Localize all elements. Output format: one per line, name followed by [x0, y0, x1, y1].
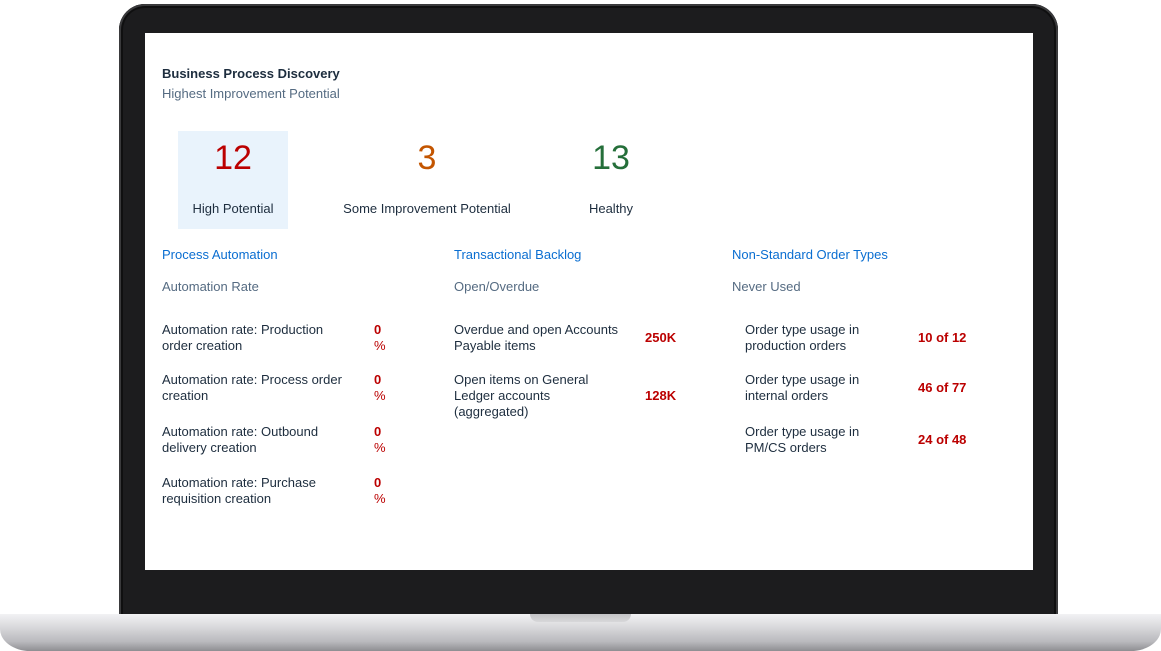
automation-rate-subheader: Automation Rate [162, 279, 259, 294]
kpi-healthy[interactable]: 13 Healthy [556, 131, 666, 229]
never-used-subheader: Never Used [732, 279, 801, 294]
kpi-value: 12 [214, 139, 252, 177]
kpi-label: Some Improvement Potential [343, 201, 511, 216]
metric-value: 0% [374, 372, 386, 403]
metric-value: 0% [374, 475, 386, 506]
kpi-high-potential[interactable]: 12 High Potential [178, 131, 288, 229]
metric-label: Automation rate: Outbound delivery creat… [162, 424, 319, 455]
metric-value: 10 of 12 [918, 330, 967, 345]
non-standard-order-types-link[interactable]: Non-Standard Order Types [732, 247, 888, 262]
kpi-some-improvement[interactable]: 3 Some Improvement Potential [343, 131, 511, 229]
laptop-screen: Business Process Discovery Highest Impro… [145, 33, 1033, 570]
open-overdue-subheader: Open/Overdue [454, 279, 540, 294]
metric-value: 46 of 77 [918, 380, 967, 395]
laptop-notch [530, 614, 631, 622]
kpi-value: 3 [417, 139, 437, 177]
kpi-value: 13 [592, 139, 630, 177]
transactional-backlog-link[interactable]: Transactional Backlog [454, 247, 581, 262]
card-title: Business Process Discovery [162, 66, 340, 81]
metric-label: Order type usage in production orders [745, 322, 860, 353]
metric-label: Overdue and open Accounts Payable items [454, 322, 619, 353]
metric-label: Order type usage in internal orders [745, 372, 860, 403]
metric-value: 250K [645, 330, 677, 345]
card-subtitle: Highest Improvement Potential [162, 86, 340, 101]
metric-label: Automation rate: Purchase requisition cr… [162, 475, 316, 506]
kpi-label: Healthy [588, 201, 634, 216]
metric-value: 0% [374, 424, 386, 455]
process-automation-link[interactable]: Process Automation [162, 247, 278, 262]
metric-value: 24 of 48 [918, 432, 967, 447]
metric-label: Automation rate: Process order creation [162, 372, 342, 403]
kpi-label: High Potential [192, 201, 274, 216]
metric-label: Automation rate: Production order creati… [162, 322, 324, 353]
metric-value: 0% [374, 322, 386, 353]
metric-value: 128K [645, 388, 677, 403]
metric-label: Open items on General Ledger accounts (a… [454, 372, 589, 419]
metric-label: Order type usage in PM/CS orders [745, 424, 860, 455]
